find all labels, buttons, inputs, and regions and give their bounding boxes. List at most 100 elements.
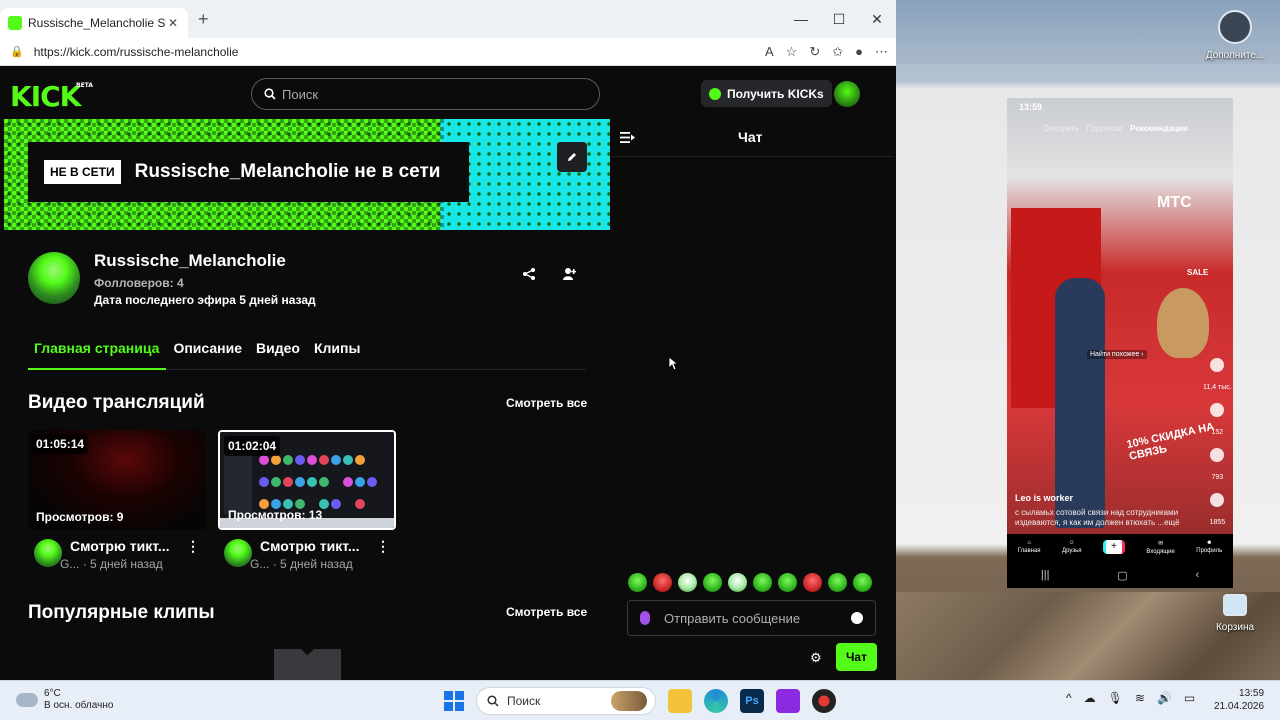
chevron-up-icon[interactable]: ^ bbox=[1066, 691, 1072, 705]
bookmark-icon[interactable] bbox=[1210, 448, 1225, 462]
like-icon[interactable] bbox=[1210, 358, 1225, 372]
phone-nav-inbox[interactable]: ✉ Входящие bbox=[1146, 540, 1174, 555]
share-icon[interactable] bbox=[522, 267, 536, 281]
phone-search-similar[interactable]: Найти похожее › bbox=[1087, 350, 1147, 359]
phone-nav-friends[interactable]: ☺ Друзья bbox=[1062, 540, 1081, 554]
phone-caption-user[interactable]: Leo is worker bbox=[1015, 493, 1073, 503]
tab-about[interactable]: Описание bbox=[166, 340, 249, 370]
video-card[interactable]: 01:05:14 Просмотров: 9 Смотрю тикт... G.… bbox=[28, 430, 206, 574]
more-menu-icon[interactable]: ⋯ bbox=[875, 44, 888, 60]
search-field[interactable] bbox=[251, 78, 600, 110]
video-channel-avatar[interactable] bbox=[224, 539, 252, 567]
favorites-icon[interactable]: ✩ bbox=[832, 44, 843, 60]
lock-icon[interactable]: 🔒 bbox=[10, 45, 24, 58]
emoji-icon[interactable] bbox=[851, 612, 863, 624]
emote-icon[interactable] bbox=[778, 573, 797, 592]
weather-widget[interactable]: 6°C В осн. облачно bbox=[16, 688, 113, 712]
search-input[interactable] bbox=[282, 86, 562, 102]
start-button[interactable] bbox=[444, 691, 464, 711]
phone-tab-watch[interactable]: Смотреть bbox=[1043, 124, 1079, 133]
read-aloud-icon[interactable]: A bbox=[765, 44, 774, 60]
comment-icon[interactable] bbox=[1210, 403, 1225, 417]
phone-tab-recommendations[interactable]: Рекомендации bbox=[1130, 124, 1188, 133]
logo-text: KICK bbox=[10, 80, 81, 113]
app-icon[interactable] bbox=[776, 689, 800, 713]
edit-banner-button[interactable] bbox=[557, 142, 587, 172]
kebab-menu-icon[interactable]: ⋮ bbox=[376, 538, 390, 555]
phone-nav-profile[interactable]: ☻ Профиль bbox=[1196, 540, 1222, 554]
file-explorer-icon[interactable] bbox=[668, 689, 692, 713]
emote-icon[interactable] bbox=[803, 573, 822, 592]
kick-logo[interactable]: KICK BETA bbox=[10, 80, 93, 113]
back-icon[interactable]: ‹ bbox=[1195, 569, 1199, 581]
video-thumbnail[interactable]: 01:05:14 Просмотров: 9 bbox=[28, 430, 206, 530]
phone-caption[interactable]: с сыламьх сотовой связи над сотрудниками… bbox=[1015, 508, 1190, 528]
video-thumbnail[interactable]: 01:02:04 Просмотров: 13 bbox=[218, 430, 396, 530]
photoshop-icon[interactable]: Ps bbox=[740, 689, 764, 713]
video-card[interactable]: 01:02:04 Просмотров: 13 Смотрю тикт... G… bbox=[218, 430, 396, 574]
new-tab-icon[interactable]: + bbox=[198, 9, 209, 30]
see-all-clips-link[interactable]: Смотреть все bbox=[506, 605, 587, 619]
gear-icon[interactable]: ⚙ bbox=[810, 650, 822, 666]
tab-clips[interactable]: Клипы bbox=[307, 340, 367, 370]
profile-icon[interactable]: ● bbox=[855, 44, 863, 60]
phone-tab-subscriptions[interactable]: Подписки bbox=[1087, 124, 1122, 133]
channel-tabs: Главная страница Описание Видео Клипы bbox=[28, 340, 586, 370]
tab-home[interactable]: Главная страница bbox=[28, 340, 167, 370]
phone-video[interactable]: МТС SALE 10% СКИДКА НА СВЯЗЬ Найти похож… bbox=[1007, 98, 1233, 534]
chat-message-input[interactable] bbox=[664, 610, 851, 626]
user-avatar[interactable] bbox=[834, 81, 860, 107]
browser-tab[interactable]: Russische_Melancholie Stream - W ✕ bbox=[0, 8, 188, 38]
video-title[interactable]: Смотрю тикт... bbox=[70, 538, 170, 554]
desktop-icon-recycle-bin[interactable]: Корзина bbox=[1200, 594, 1270, 633]
video-channel-name[interactable]: G... bbox=[250, 557, 269, 571]
kicks-coin-icon bbox=[709, 87, 721, 100]
see-all-streams-link[interactable]: Смотреть все bbox=[506, 396, 587, 410]
emote-icon[interactable] bbox=[728, 573, 747, 592]
cloud-sync-icon[interactable]: ☁ bbox=[1084, 691, 1096, 705]
phone-nav-home[interactable]: ⌂ Главная bbox=[1018, 540, 1041, 554]
home-button-icon[interactable]: ▢ bbox=[1117, 569, 1127, 582]
phone-nav-create[interactable]: + bbox=[1102, 540, 1125, 554]
phone-mirror-window[interactable]: МТС SALE 10% СКИДКА НА СВЯЗЬ Найти похож… bbox=[1007, 98, 1233, 588]
video-title[interactable]: Смотрю тикт... bbox=[260, 538, 360, 554]
wifi-icon[interactable]: ≋ bbox=[1135, 691, 1145, 705]
refresh-icon[interactable]: ↻ bbox=[809, 44, 820, 60]
taskbar-search[interactable]: Поиск bbox=[476, 687, 656, 715]
channel-name[interactable]: Russische_Melancholie bbox=[94, 251, 286, 271]
video-channel-name[interactable]: G... bbox=[60, 557, 79, 571]
share-icon[interactable] bbox=[1210, 493, 1225, 507]
emote-icon[interactable] bbox=[703, 573, 722, 592]
video-channel-avatar[interactable] bbox=[34, 539, 62, 567]
emote-icon[interactable] bbox=[628, 573, 647, 592]
chat-input-field[interactable] bbox=[627, 600, 876, 636]
emote-icon[interactable] bbox=[653, 573, 672, 592]
edge-browser-icon[interactable] bbox=[704, 689, 728, 713]
battery-icon[interactable]: ▭ bbox=[1184, 691, 1195, 705]
close-window-icon[interactable]: ✕ bbox=[858, 0, 896, 38]
favorite-star-icon[interactable]: ☆ bbox=[786, 44, 798, 60]
volume-icon[interactable]: 🔊 bbox=[1157, 691, 1172, 705]
microphone-icon[interactable]: 🎙 bbox=[1108, 691, 1123, 705]
channel-avatar[interactable] bbox=[28, 252, 80, 304]
clock[interactable]: 13:59 21.04.2026 bbox=[1214, 687, 1264, 713]
tab-videos[interactable]: Видео bbox=[249, 340, 307, 370]
emote-icon[interactable] bbox=[853, 573, 872, 592]
recorder-icon[interactable] bbox=[812, 689, 836, 713]
chat-send-button[interactable]: Чат bbox=[836, 643, 877, 671]
desktop-icon-addons[interactable]: Дополните... bbox=[1200, 10, 1270, 61]
kebab-menu-icon[interactable]: ⋮ bbox=[186, 538, 200, 555]
maximize-icon[interactable]: ☐ bbox=[820, 0, 858, 38]
collapse-chat-icon[interactable] bbox=[620, 131, 635, 144]
get-kicks-button[interactable]: Получить KICKs bbox=[701, 80, 832, 107]
emote-icon[interactable] bbox=[828, 573, 847, 592]
emote-icon[interactable] bbox=[753, 573, 772, 592]
plus-icon: + bbox=[1102, 540, 1125, 554]
close-tab-icon[interactable]: ✕ bbox=[166, 16, 180, 30]
emote-icon[interactable] bbox=[678, 573, 697, 592]
follow-user-icon[interactable] bbox=[562, 267, 576, 281]
mic-icon[interactable] bbox=[640, 611, 650, 625]
recent-apps-icon[interactable]: ||| bbox=[1041, 569, 1050, 581]
minimize-icon[interactable]: — bbox=[782, 0, 820, 38]
url-text[interactable]: https://kick.com/russische-melancholie bbox=[34, 45, 239, 59]
